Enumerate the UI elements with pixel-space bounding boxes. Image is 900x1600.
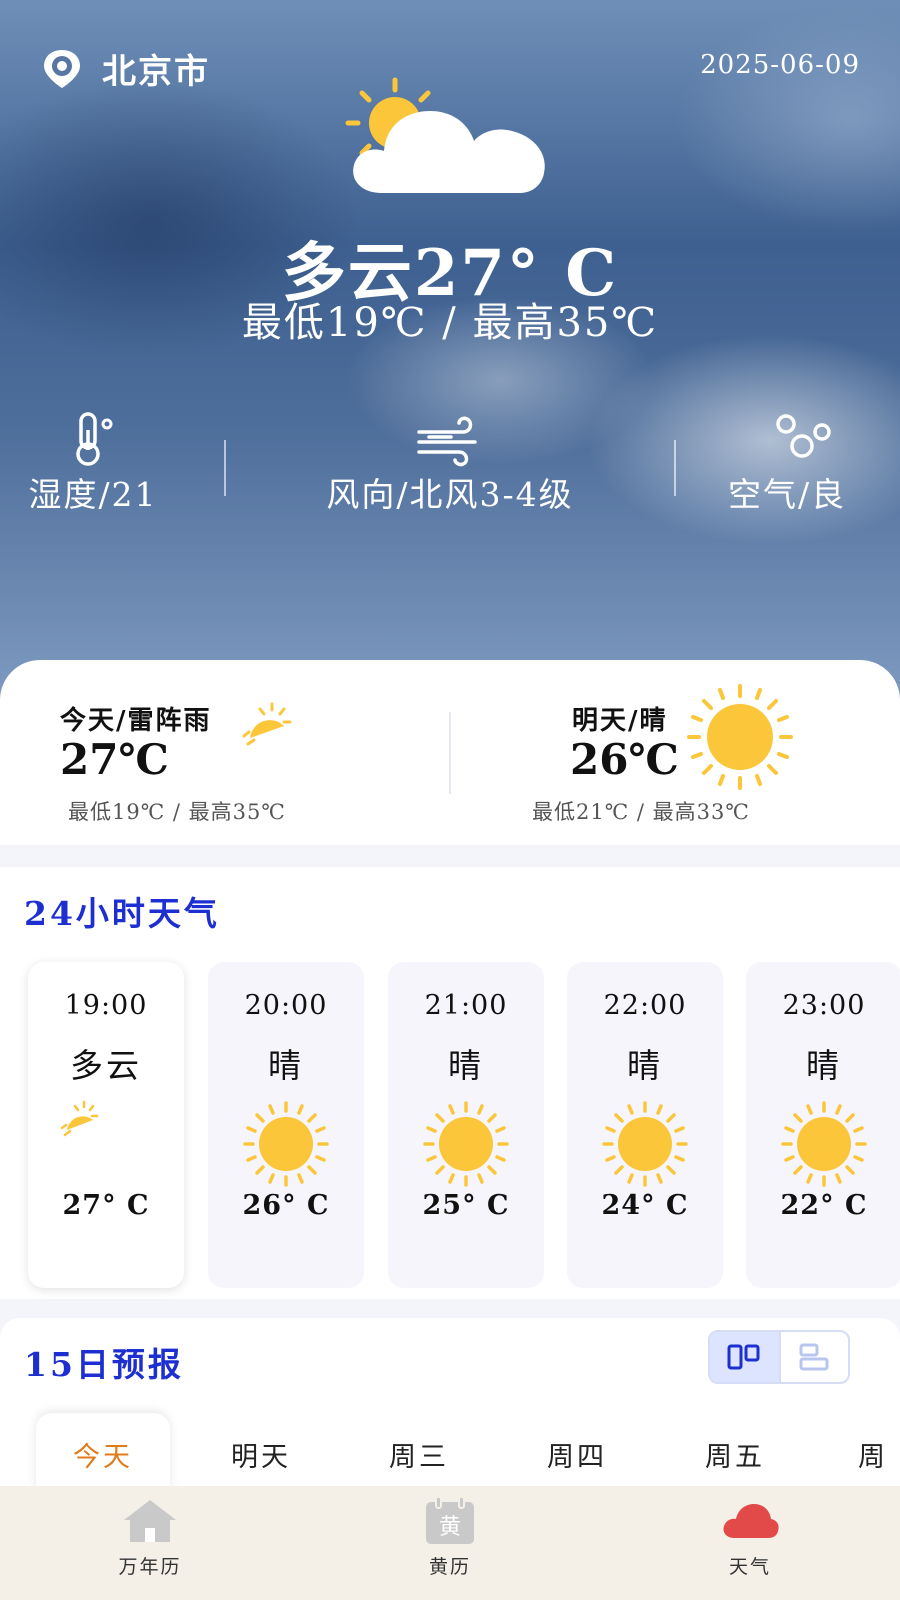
hour-condition: 晴 (448, 1046, 484, 1085)
day-tab-thursday[interactable]: 周四 (510, 1413, 644, 1493)
hourly-forecast-section: 24小时天气 19:00 多云 27° C 20:00 晴 26° C 21:0… (0, 867, 900, 1299)
hour-time: 20:00 (244, 990, 328, 1021)
weather-stats: 湿度/21 风向/北风3-4级 空气/良 (0, 410, 900, 520)
hour-item[interactable]: 22:00 晴 24° C (567, 962, 723, 1288)
home-icon (124, 1500, 176, 1542)
stat-divider (674, 440, 676, 496)
hour-item[interactable]: 19:00 多云 27° C (28, 962, 184, 1288)
partly-cloudy-icon (345, 77, 545, 193)
hour-condition: 晴 (268, 1046, 304, 1085)
current-date: 2025-06-09 (700, 50, 860, 80)
nav-label: 黄历 (428, 1556, 471, 1578)
weather-hero: 北京市 2025-06-09 多云27° C 最低19℃ / 最高35℃ 湿度/… (0, 0, 900, 700)
hour-condition: 多云 (70, 1046, 142, 1085)
rows-icon (799, 1343, 829, 1371)
humidity-label: 湿度/21 (28, 475, 158, 514)
bottom-nav: 万年历 黄 黄历 天气 (0, 1486, 900, 1600)
sun-icon (602, 1101, 688, 1187)
day-tab-next[interactable]: 周 (826, 1413, 900, 1493)
location-pin-icon (44, 49, 80, 88)
tomorrow-range: 最低21℃ / 最高33℃ (532, 800, 750, 824)
location-row[interactable]: 北京市 (40, 44, 210, 93)
today-title: 今天/雷阵雨 (60, 706, 212, 736)
day-tab-friday[interactable]: 周五 (668, 1413, 802, 1493)
today-temp: 27℃ (60, 735, 169, 784)
wind-stat: 风向/北风3-4级 (295, 410, 605, 516)
humidity-stat: 湿度/21 (18, 410, 168, 516)
hour-condition: 晴 (627, 1046, 663, 1085)
sun-icon (243, 1101, 329, 1187)
today-summary[interactable]: 今天/雷阵雨 27℃ 最低19℃ / 最高35℃ (60, 700, 400, 826)
partly-cloudy-icon (60, 1100, 99, 1137)
hour-temp: 24° C (601, 1190, 689, 1221)
hour-time: 22:00 (603, 990, 687, 1021)
hour-item[interactable]: 23:00 晴 22° C (746, 962, 900, 1288)
day-tab-tomorrow[interactable]: 明天 (194, 1413, 328, 1493)
sun-icon (781, 1101, 867, 1187)
air-quality-stat: 空气/良 (728, 410, 900, 516)
partly-sunny-icon (242, 702, 292, 746)
wind-label: 风向/北风3-4级 (326, 475, 574, 514)
sun-icon (423, 1101, 509, 1187)
summary-divider (449, 712, 451, 794)
hour-time: 23:00 (782, 990, 866, 1021)
cloud-icon (723, 1504, 779, 1538)
day-tab-wednesday[interactable]: 周三 (352, 1413, 486, 1493)
nav-label: 天气 (728, 1556, 771, 1578)
forecast-title: 15日预报 (24, 1345, 184, 1384)
air-quality-label: 空气/良 (728, 475, 847, 514)
hour-item[interactable]: 21:00 晴 25° C (388, 962, 544, 1288)
columns-icon (727, 1344, 760, 1370)
sun-icon (687, 684, 793, 790)
hour-temp: 27° C (62, 1190, 150, 1221)
air-quality-icon (776, 414, 831, 458)
wind-icon (417, 416, 477, 467)
nav-calendar[interactable]: 万年历 (90, 1496, 210, 1579)
nav-weather[interactable]: 天气 (690, 1496, 810, 1579)
row-view-button[interactable] (778, 1332, 848, 1382)
today-range: 最低19℃ / 最高35℃ (68, 800, 286, 824)
almanac-icon: 黄 (426, 1496, 474, 1544)
hour-time: 19:00 (64, 990, 148, 1021)
hour-item[interactable]: 20:00 晴 26° C (208, 962, 364, 1288)
stat-divider (224, 440, 226, 496)
hour-temp: 26° C (242, 1190, 330, 1221)
hourly-title: 24小时天气 (24, 894, 220, 933)
tomorrow-summary[interactable]: 明天/晴 26℃ 最低21℃ / 最高33℃ (532, 684, 860, 826)
thermometer-icon (76, 412, 113, 466)
hour-time: 21:00 (424, 990, 508, 1021)
day-tab-today[interactable]: 今天 (36, 1413, 170, 1493)
column-view-button[interactable] (710, 1332, 779, 1382)
view-toggle (708, 1330, 850, 1384)
city-name: 北京市 (102, 52, 210, 92)
hour-condition: 晴 (806, 1046, 842, 1085)
nav-label: 万年历 (118, 1556, 182, 1578)
hour-temp: 22° C (780, 1190, 868, 1221)
hour-temp: 25° C (422, 1190, 510, 1221)
almanac-icon-char: 黄 (439, 1515, 461, 1540)
today-temp-range: 最低19℃ / 最高35℃ (241, 300, 659, 346)
nav-almanac[interactable]: 黄 黄历 (390, 1496, 510, 1579)
